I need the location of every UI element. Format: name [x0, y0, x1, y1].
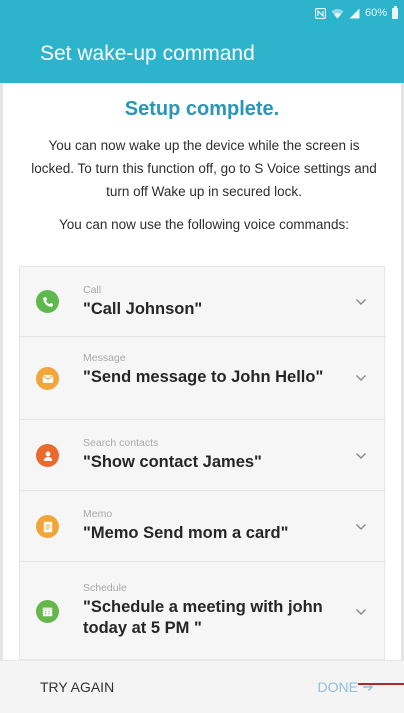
footer-bar: TRY AGAIN DONE: [0, 660, 404, 713]
command-item-schedule[interactable]: Schedule "Schedule a meeting with john t…: [20, 562, 386, 661]
wifi-icon: [331, 8, 344, 19]
app-bar: 60% Set wake-up command: [0, 0, 404, 83]
chevron-down-icon[interactable]: [354, 449, 368, 463]
command-phrase: "Send message to John Hello": [83, 368, 324, 386]
battery-icon: [392, 5, 398, 19]
command-phrase: "Show contact James": [83, 453, 262, 471]
command-text: Search contacts "Show contact James": [83, 437, 338, 473]
nfc-icon: [314, 7, 326, 19]
phone-icon: [36, 290, 59, 313]
command-text: Message "Send message to John Hello": [83, 352, 338, 388]
command-category: Call: [83, 284, 102, 296]
command-item-call[interactable]: Call "Call Johnson": [20, 267, 386, 336]
command-category: Message: [83, 352, 126, 364]
battery-percent: 60%: [364, 7, 387, 19]
chevron-down-icon[interactable]: [354, 295, 368, 309]
setup-heading: Setup complete.: [124, 98, 280, 120]
chevron-down-icon[interactable]: [354, 605, 368, 619]
command-category: Search contacts: [83, 437, 159, 449]
try-again-button[interactable]: TRY AGAIN: [40, 661, 114, 713]
command-category: Memo: [83, 508, 113, 520]
command-item-search-contacts[interactable]: Search contacts "Show contact James": [20, 420, 386, 490]
done-label: DONE: [317, 679, 358, 695]
command-text: Schedule "Schedule a meeting with john t…: [83, 582, 338, 639]
command-phrase: "Schedule a meeting with john today at 5…: [83, 598, 323, 637]
command-phrase: "Call Johnson": [83, 300, 203, 318]
signal-icon: [349, 8, 360, 19]
envelope-icon: [36, 367, 59, 390]
arrow-right-icon: [362, 661, 374, 713]
chevron-down-icon[interactable]: [354, 520, 368, 534]
red-pointer-line: [358, 683, 404, 685]
done-button[interactable]: DONE: [318, 661, 374, 713]
command-item-memo[interactable]: Memo "Memo Send mom a card": [20, 491, 386, 561]
contact-icon: [36, 444, 59, 467]
command-item-message[interactable]: Message "Send message to John Hello": [20, 337, 386, 419]
status-bar: 60%: [314, 4, 398, 22]
memo-icon: [36, 515, 59, 538]
command-text: Memo "Memo Send mom a card": [83, 508, 338, 544]
setup-description: You can now wake up the device while the…: [31, 138, 377, 199]
commands-hint: You can now use the following voice comm…: [59, 217, 349, 232]
chevron-down-icon[interactable]: [354, 371, 368, 385]
app-bar-title: Set wake-up command: [40, 42, 255, 65]
command-category: Schedule: [83, 582, 127, 594]
command-phrase: "Memo Send mom a card": [83, 524, 289, 542]
command-text: Call "Call Johnson": [83, 284, 338, 320]
calendar-icon: [36, 600, 59, 623]
voice-command-list: Call "Call Johnson" Message "Send messag…: [19, 266, 386, 661]
